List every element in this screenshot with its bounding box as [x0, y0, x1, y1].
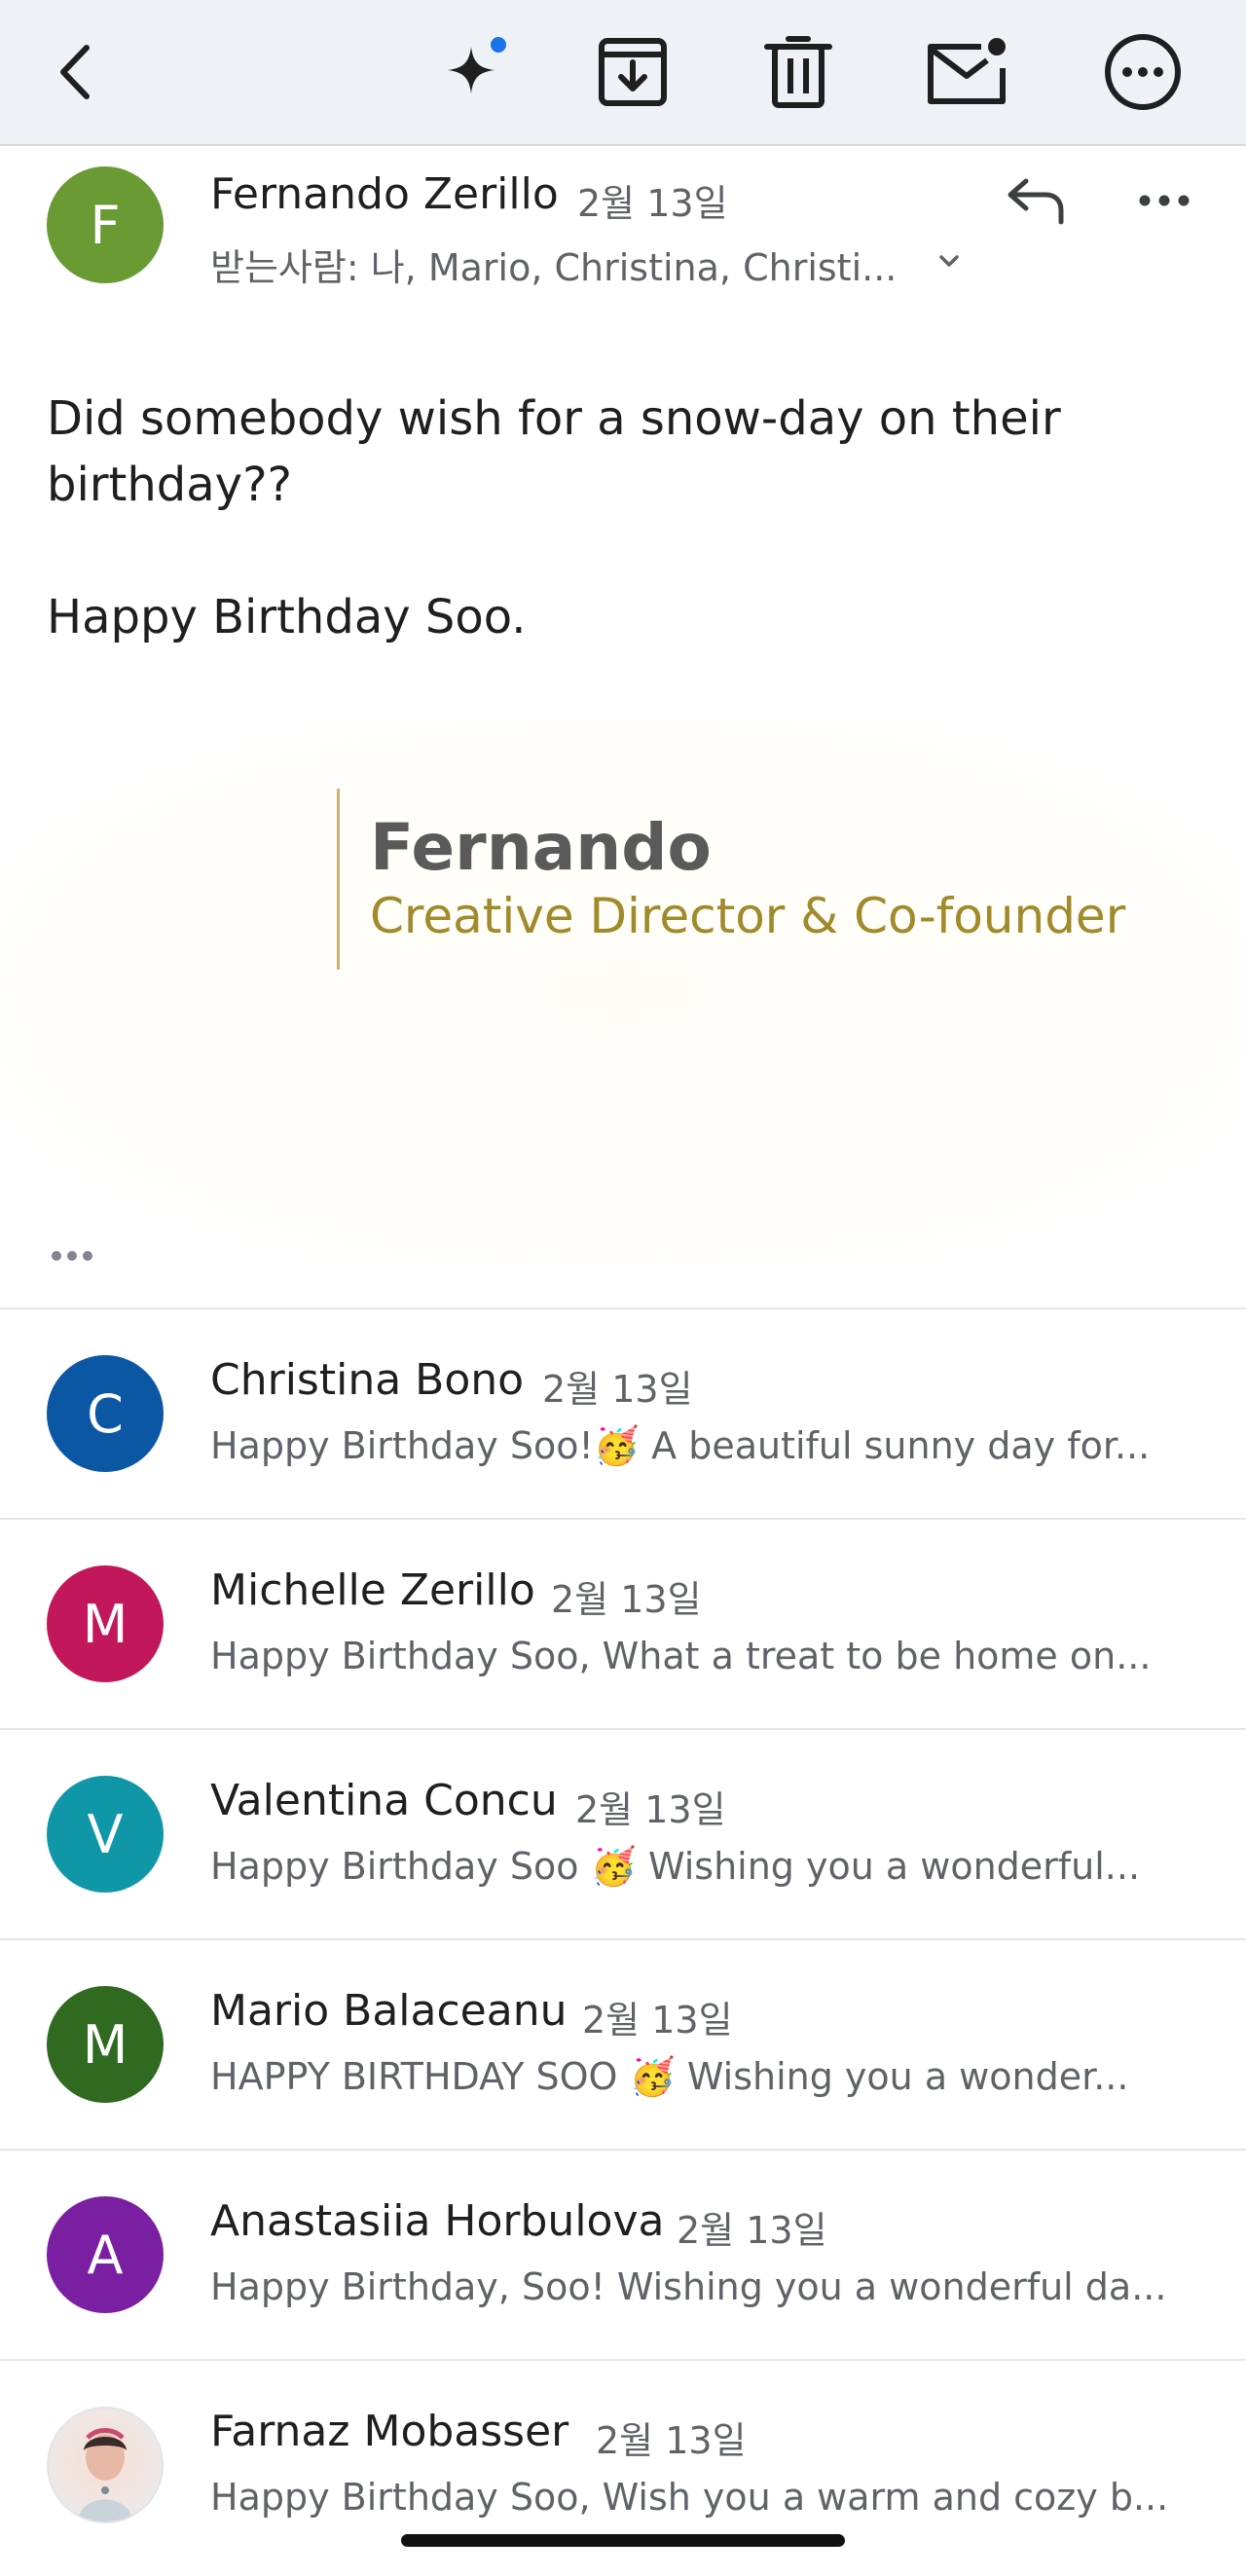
message-body: Did somebody wish for a snow-day on thei… [47, 386, 1195, 650]
thread-message-row[interactable]: C Christina Bono 2월 13일 Happy Birthday S… [0, 1307, 1246, 1520]
thread-sender: Michelle Zerillo [210, 1565, 535, 1615]
show-trimmed-content-icon[interactable] [47, 1246, 105, 1266]
thread-date: 2월 13일 [582, 1999, 733, 2042]
signature-name: Fernando [370, 810, 712, 885]
thread-snippet: Happy Birthday Soo 🥳 Wishing you a wonde… [210, 1845, 1141, 1888]
more-circle-icon [1105, 34, 1181, 110]
thread-snippet: Happy Birthday, Soo! Wishing you a wonde… [210, 2265, 1167, 2308]
recipients-summary[interactable]: 받는사람: 나, Mario, Christina, Christi... [210, 238, 897, 291]
thread-sender: Farnaz Mobasser [210, 2407, 569, 2456]
thread-snippet: Happy Birthday Soo!🥳 A beautiful sunny d… [210, 1424, 1151, 1467]
thread-date: 2월 13일 [596, 2419, 747, 2462]
message-date: 2월 13일 [577, 182, 728, 225]
delete-button[interactable] [754, 28, 842, 116]
thread-message-row[interactable]: M Michelle Zerillo 2월 13일 Happy Birthday… [0, 1518, 1246, 1730]
sender-avatar[interactable]: M [47, 1986, 164, 2103]
email-signature: Fernando Creative Director & Co-founder [0, 720, 1246, 1266]
body-paragraph: Did somebody wish for a snow-day on thei… [47, 391, 1061, 512]
trash-icon [764, 36, 832, 108]
thread-snippet: Happy Birthday Soo, Wish you a warm and … [210, 2476, 1169, 2519]
thread-sender: Anastasiia Horbulova [210, 2196, 665, 2246]
thread-snippet: HAPPY BIRTHDAY SOO 🥳 Wishing you a wonde… [210, 2055, 1129, 2098]
thread-sender: Christina Bono [210, 1355, 525, 1405]
person-photo-icon [78, 2428, 132, 2521]
reply-icon[interactable] [1003, 171, 1071, 230]
thread-message-row[interactable]: V Valentina Concu 2월 13일 Happy Birthday … [0, 1728, 1246, 1940]
top-toolbar [0, 0, 1246, 146]
archive-download-icon [599, 38, 667, 106]
archive-button[interactable] [589, 28, 677, 116]
chevron-down-icon[interactable] [933, 244, 966, 277]
mail-unread-icon [928, 38, 1006, 104]
sender-name: Fernando Zerillo [210, 169, 559, 219]
thread-date: 2월 13일 [575, 1788, 726, 1831]
more-options-button[interactable] [1099, 28, 1187, 116]
sender-avatar[interactable]: F [47, 166, 164, 283]
thread-sender: Valentina Concu [210, 1776, 558, 1825]
thread-message-row[interactable]: M Mario Balaceanu 2월 13일 HAPPY BIRTHDAY … [0, 1938, 1246, 2151]
signature-title: Creative Director & Co-founder [370, 888, 1126, 944]
home-indicator[interactable] [401, 2534, 845, 2547]
thread-date: 2월 13일 [551, 1578, 702, 1621]
sparkle-icon [448, 37, 506, 93]
signature-divider [337, 789, 340, 970]
sender-photo-avatar[interactable] [47, 2407, 164, 2523]
sender-avatar[interactable]: V [47, 1776, 164, 1893]
thread-date: 2월 13일 [677, 2209, 827, 2252]
sender-avatar[interactable]: M [47, 1565, 164, 1682]
sender-avatar[interactable]: C [47, 1355, 164, 1472]
message-more-icon[interactable] [1134, 181, 1194, 220]
mark-unread-button[interactable] [923, 28, 1010, 116]
thread-message-row[interactable]: A Anastasiia Horbulova 2월 13일 Happy Birt… [0, 2149, 1246, 2361]
gemini-button[interactable] [433, 28, 521, 116]
body-paragraph: Happy Birthday Soo. [47, 590, 527, 644]
thread-sender: Mario Balaceanu [210, 1986, 568, 2036]
sender-avatar[interactable]: A [47, 2196, 164, 2313]
thread-snippet: Happy Birthday Soo, What a treat to be h… [210, 1635, 1152, 1677]
back-button[interactable] [32, 28, 120, 116]
thread-date: 2월 13일 [542, 1368, 693, 1411]
chevron-left-icon [60, 45, 90, 99]
